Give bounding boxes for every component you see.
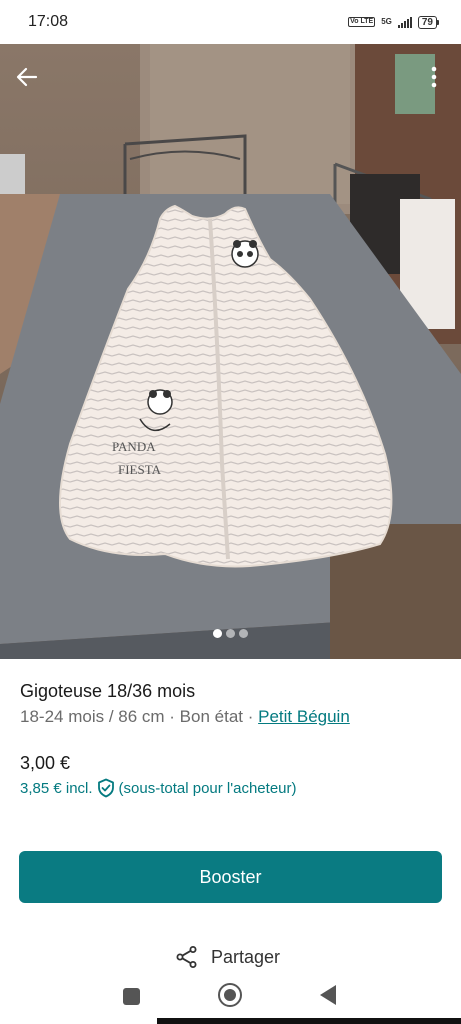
share-label: Partager bbox=[211, 946, 281, 967]
more-vertical-icon bbox=[431, 66, 437, 88]
recent-apps-icon[interactable] bbox=[123, 988, 140, 1005]
arrow-left-icon bbox=[16, 67, 38, 87]
item-details: 18-24 mois / 86 cm · Bon état · Petit Bé… bbox=[20, 707, 350, 727]
gallery-dot[interactable] bbox=[213, 629, 222, 638]
system-back-icon[interactable] bbox=[320, 985, 336, 1005]
item-photo[interactable]: PANDA FIESTA bbox=[0, 44, 461, 659]
booster-button[interactable]: Booster bbox=[19, 851, 442, 903]
price-with-protection[interactable]: 3,85 € incl. (sous-total pour l'acheteur… bbox=[20, 778, 297, 798]
gallery-dot[interactable] bbox=[226, 629, 235, 638]
item-details-text: 18-24 mois / 86 cm · Bon état · bbox=[20, 707, 259, 726]
photo-image: PANDA FIESTA bbox=[0, 44, 461, 659]
status-icons: Vo LTE 5G 79 bbox=[348, 15, 439, 29]
protection-note: (sous-total pour l'acheteur) bbox=[118, 779, 297, 797]
item-price: 3,00 € bbox=[20, 753, 71, 773]
gallery-dot[interactable] bbox=[239, 629, 248, 638]
home-icon[interactable] bbox=[218, 983, 242, 1007]
battery-icon: 79 bbox=[417, 15, 439, 29]
home-indicator bbox=[157, 1018, 461, 1024]
volte-icon: Vo LTE bbox=[348, 17, 376, 27]
shield-check-icon bbox=[97, 778, 115, 798]
brand-link[interactable]: Petit Béguin bbox=[258, 707, 350, 726]
share-button[interactable]: Partager bbox=[175, 945, 280, 969]
print-text-fiesta: FIESTA bbox=[118, 462, 162, 477]
network-type: 5G bbox=[381, 17, 392, 26]
more-options-button[interactable] bbox=[420, 62, 448, 92]
gallery-pagination bbox=[0, 629, 461, 638]
share-icon bbox=[176, 946, 197, 968]
back-button[interactable] bbox=[12, 62, 42, 92]
signal-icon bbox=[397, 16, 412, 28]
status-time: 17:08 bbox=[28, 13, 69, 30]
status-bar: 17:08 Vo LTE 5G 79 bbox=[0, 0, 461, 44]
print-text-panda: PANDA bbox=[112, 439, 156, 454]
battery-level: 79 bbox=[417, 15, 437, 29]
price-incl-value: 3,85 € incl. bbox=[20, 779, 93, 797]
item-title: Gigoteuse 18/36 mois bbox=[20, 681, 196, 701]
